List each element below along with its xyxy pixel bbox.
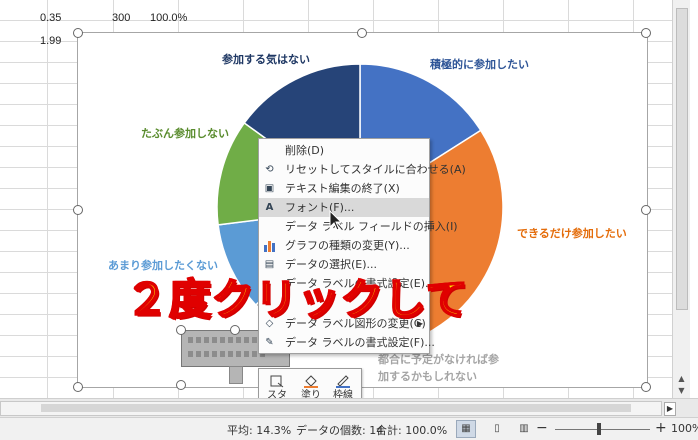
zoom-slider-thumb[interactable] [597, 423, 601, 435]
menu-item-label: フォント(F)... [285, 201, 355, 214]
exit-text-edit-icon: ▣ [264, 183, 275, 194]
page-break-view-icon[interactable]: ▥ [514, 420, 534, 438]
resize-handle-l[interactable] [73, 205, 83, 215]
label-not-interested[interactable]: 参加する気はない [222, 51, 310, 67]
pen-outline-icon [336, 375, 350, 388]
menu-item-reset-style[interactable]: ⟲ リセットしてスタイルに合わせる(A) [259, 160, 465, 179]
mouse-pointer-icon [329, 210, 343, 231]
menu-item-font[interactable]: A フォント(F)... [259, 198, 429, 217]
status-bar: 平均: 14.3% データの個数: 14 合計: 100.0% ▦ ▯ ▥ − … [0, 417, 698, 440]
resize-handle-br[interactable] [641, 382, 651, 392]
page-layout-view-icon[interactable]: ▯ [487, 420, 507, 438]
paint-bucket-icon [304, 375, 318, 388]
horizontal-scroll-thumb[interactable] [41, 404, 631, 412]
vertical-scrollbar[interactable]: ▲ ▼ [672, 0, 690, 398]
menu-item-label: リセットしてスタイルに合わせる(A) [285, 163, 466, 176]
horizontal-scroll-area: ▶ [0, 398, 698, 417]
normal-view-icon[interactable]: ▦ [456, 420, 476, 438]
scroll-down-icon[interactable]: ▼ [673, 384, 690, 398]
instruction-overlay: ２度クリックして [125, 274, 469, 325]
menu-item-exit-text-edit[interactable]: ▣ テキスト編集の終了(X) [259, 179, 429, 198]
zoom-slider[interactable] [555, 429, 650, 430]
zoom-out-icon[interactable]: − [536, 420, 548, 436]
resize-handle-tr[interactable] [641, 28, 651, 38]
scroll-right-icon[interactable]: ▶ [664, 402, 676, 416]
label-handle-bl[interactable] [176, 380, 186, 390]
status-average: 平均: 14.3% [227, 424, 292, 437]
menu-item-label: グラフの種類の変更(Y)... [285, 239, 410, 252]
label-leader-stub [229, 366, 243, 384]
format-label-icon: ✎ [265, 337, 274, 348]
resize-handle-t[interactable] [357, 28, 367, 38]
resize-handle-r[interactable] [641, 205, 651, 215]
horizontal-scrollbar[interactable] [0, 401, 662, 416]
menu-item-label: 削除(D) [285, 144, 325, 157]
resize-handle-tl[interactable] [73, 28, 83, 38]
status-count: データの個数: 14 [296, 424, 384, 437]
menu-item-insert-field[interactable]: データ ラベル フィールドの挿入(I) [259, 217, 458, 236]
label-busy-line2[interactable]: 加するかもしれない [378, 368, 477, 384]
style-brush-icon [270, 375, 284, 388]
label-active[interactable]: 積極的に参加したい [430, 56, 529, 72]
delete-icon [263, 144, 276, 157]
zoom-in-icon[interactable]: + [655, 420, 667, 436]
label-probably-not[interactable]: たぶん参加しない [141, 125, 229, 141]
menu-item-label: データ ラベル フィールドの挿入(I) [285, 220, 458, 233]
vertical-scroll-thumb[interactable] [676, 8, 688, 310]
chart-type-icon [263, 239, 276, 252]
resize-handle-bl[interactable] [73, 382, 83, 392]
label-maybe[interactable]: できるだけ参加したい [517, 225, 627, 241]
menu-item-label: データ ラベルの書式設定(F)... [285, 336, 435, 349]
font-icon: A [265, 202, 274, 213]
menu-item-label: テキスト編集の終了(X) [285, 182, 400, 195]
zoom-level[interactable]: 100% [671, 422, 698, 435]
status-sum: 合計: 100.0% [376, 424, 448, 437]
label-text-placeholder [188, 351, 268, 357]
menu-item-format-labels[interactable]: ✎ データ ラベルの書式設定(F)... [259, 333, 435, 352]
reset-style-icon: ⟲ [265, 164, 274, 175]
menu-item-change-chart-type[interactable]: グラフの種類の変更(Y)... [259, 236, 429, 255]
menu-item-delete[interactable]: 削除(D) [259, 141, 429, 160]
